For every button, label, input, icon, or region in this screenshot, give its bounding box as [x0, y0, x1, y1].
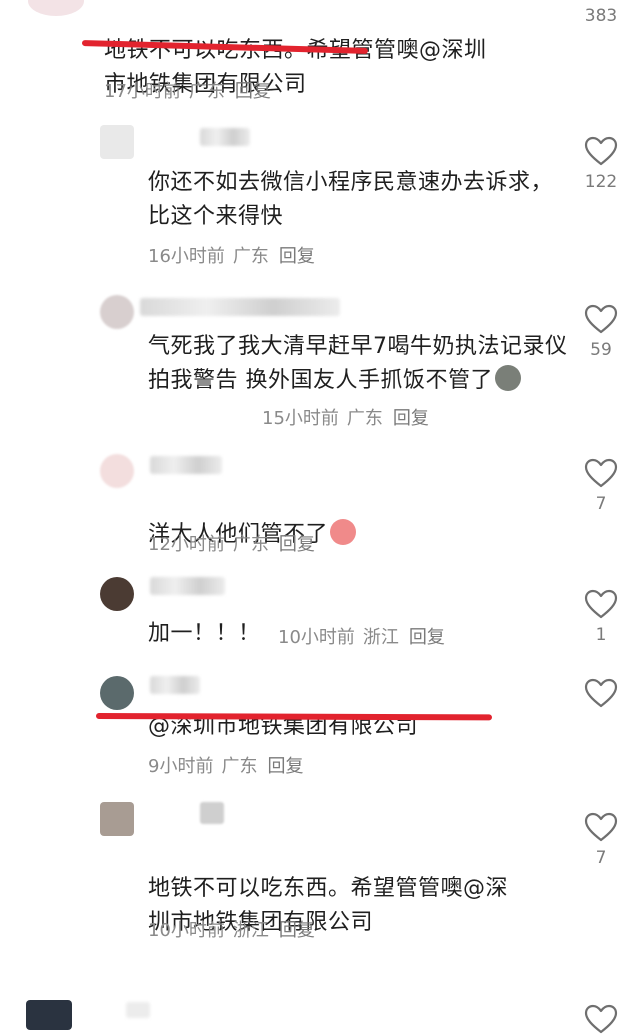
comment-text: 气死我了我大清早赶早7喝牛奶执法记录仪拍我警告 换外国友人手抓饭不管了 [148, 334, 568, 393]
reply-button[interactable]: 回复 [235, 81, 271, 102]
comment-region: 广东 [188, 81, 225, 102]
username-blurred[interactable] [150, 456, 222, 474]
heart-icon [584, 458, 618, 488]
comment-text: 你还不如去微信小程序民意速办去诉求，比这个来得快 [148, 170, 554, 229]
like-count: 1 [595, 625, 607, 645]
comment-item: @深圳市地铁集团有限公司 9小时前 广东 回复 [0, 672, 640, 782]
username-blurred[interactable] [150, 676, 200, 694]
comment-time: 17小时前 [104, 81, 181, 102]
comment-item: 地铁不可以吃东西。希望管管噢@深圳 市地铁集团有限公司 17小时前广东回复 38… [0, 0, 640, 110]
comment-time: 10小时前 [148, 920, 225, 941]
avatar[interactable] [100, 125, 134, 159]
comment-region: 浙江 [232, 920, 269, 941]
comment-region: 浙江 [362, 627, 399, 648]
comment-time: 9小时前 [148, 756, 214, 777]
like-button[interactable]: 7 [582, 812, 620, 868]
comment-meta: 17小时前 广东 回复 [104, 77, 271, 103]
comment-region: 广东 [232, 534, 269, 555]
comment-item: 地铁不可以吃东西。希望管管噢@深 圳市地铁集团有限公司 10小时前 浙江 回复 7 [0, 798, 640, 948]
like-button[interactable] [582, 678, 620, 714]
comment-region: 广东 [221, 756, 258, 777]
heart-icon [584, 589, 618, 619]
heart-icon [584, 812, 618, 842]
cat-emoji-icon [495, 365, 521, 391]
reply-button[interactable]: 回复 [409, 627, 445, 648]
like-button[interactable]: 383 [582, 6, 620, 26]
like-count: 122 [584, 172, 618, 192]
like-button[interactable]: 122 [582, 136, 620, 192]
heart-icon [584, 304, 618, 334]
comment-item: 洋大人他们管不了 12小时前 广东 回复 7 [0, 450, 640, 570]
like-button[interactable] [582, 1004, 620, 1034]
reply-button[interactable]: 回复 [267, 756, 303, 777]
comment-time: 10小时前 [278, 627, 355, 648]
like-button[interactable]: 1 [582, 589, 620, 645]
reply-button[interactable]: 回复 [279, 246, 315, 267]
comment-item: 加一！！！ 10小时前 浙江 回复 1 [0, 575, 640, 655]
comment-region: 广东 [232, 246, 269, 267]
reply-button[interactable]: 回复 [393, 408, 429, 429]
avatar[interactable] [100, 295, 134, 329]
avatar[interactable] [100, 454, 134, 488]
comment-meta: 12小时前 广东 回复 [148, 530, 315, 556]
comment-meta: 15小时前 广东 回复 [262, 404, 429, 430]
comment-item: 气死我了我大清早赶早7喝牛奶执法记录仪拍我警告 换外国友人手抓饭不管了 15小时… [0, 290, 640, 440]
heart-icon [584, 1004, 618, 1034]
heart-icon [584, 678, 618, 708]
like-button[interactable]: 59 [582, 304, 620, 360]
avatar[interactable] [100, 676, 134, 710]
comment-region: 广东 [346, 408, 383, 429]
username-blurred[interactable] [150, 577, 225, 595]
comment-text-line1: 地铁不可以吃东西。希望管管噢@深 [148, 876, 509, 901]
comment-meta: 16小时前 广东 回复 [148, 242, 315, 268]
comment-time: 15小时前 [262, 408, 339, 429]
comment-time: 16小时前 [148, 246, 225, 267]
like-button[interactable]: 7 [582, 458, 620, 514]
username-blurred[interactable] [200, 802, 224, 824]
like-count: 7 [595, 848, 607, 868]
avatar[interactable] [100, 577, 134, 611]
comment-time: 12小时前 [148, 534, 225, 555]
avatar[interactable] [26, 1000, 72, 1030]
like-count: 59 [590, 340, 612, 360]
comment-item: 你还不如去微信小程序民意速办去诉求，比这个来得快 16小时前 广东 回复 122 [0, 120, 640, 280]
like-count: 383 [584, 6, 618, 26]
like-count: 7 [595, 494, 607, 514]
crying-face-emoji-icon [330, 519, 357, 545]
username-blurred[interactable] [126, 1002, 150, 1018]
heart-icon [584, 136, 618, 166]
comment-meta: 10小时前 浙江 回复 [278, 623, 445, 649]
reply-button[interactable]: 回复 [279, 920, 315, 941]
avatar[interactable] [28, 0, 84, 16]
username-blurred[interactable] [140, 298, 340, 316]
comment-text: 加一！！！ [148, 621, 261, 646]
comment-meta: 9小时前 广东 回复 [148, 752, 303, 778]
comment-meta: 10小时前 浙江 回复 [148, 916, 315, 942]
reply-button[interactable]: 回复 [279, 534, 315, 555]
username-blurred[interactable] [200, 128, 250, 146]
avatar[interactable] [100, 802, 134, 836]
